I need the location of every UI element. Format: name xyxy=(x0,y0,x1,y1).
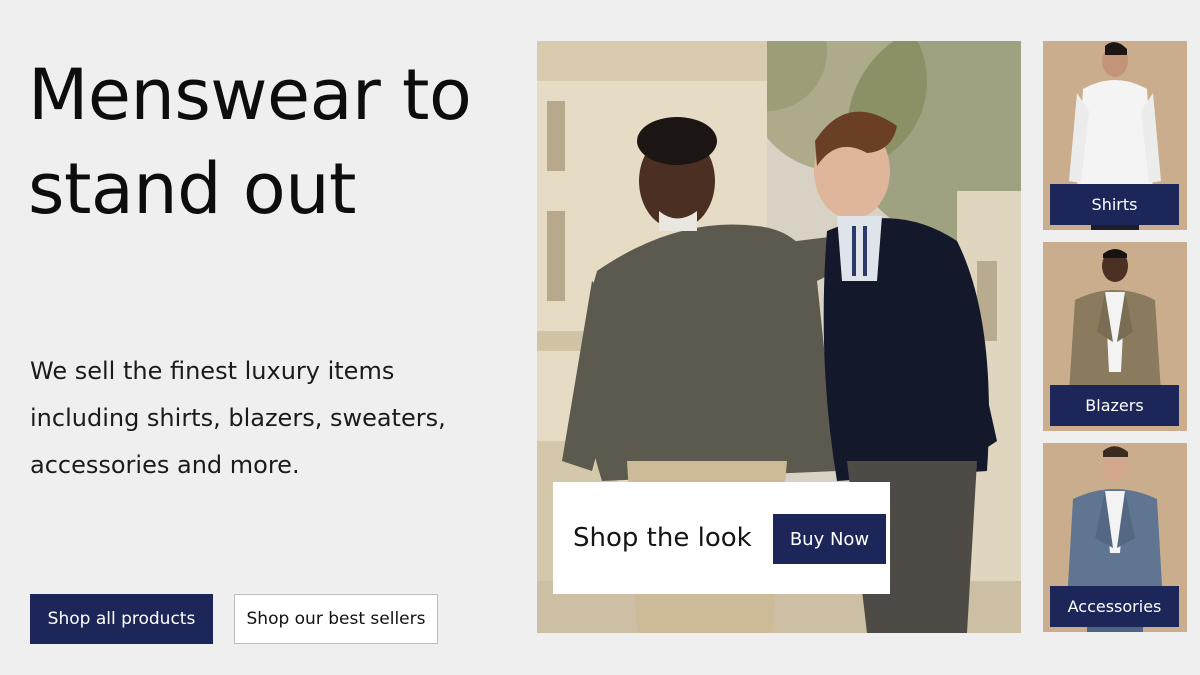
buy-now-button[interactable]: Buy Now xyxy=(773,514,886,564)
category-label-blazers: Blazers xyxy=(1050,385,1179,426)
shop-best-sellers-button[interactable]: Shop our best sellers xyxy=(234,594,438,644)
category-tile-accessories[interactable]: Accessories xyxy=(1043,443,1187,632)
category-label-accessories: Accessories xyxy=(1050,586,1179,627)
category-label-shirts: Shirts xyxy=(1050,184,1179,225)
category-tile-shirts[interactable]: Shirts xyxy=(1043,41,1187,230)
shop-the-look-label: Shop the look xyxy=(573,523,752,553)
shop-the-look-card: Shop the look Buy Now xyxy=(553,482,890,594)
hero-title: Menswear to stand out xyxy=(28,48,508,236)
shop-all-products-button[interactable]: Shop all products xyxy=(30,594,213,644)
hero-description: We sell the finest luxury items includin… xyxy=(30,357,446,479)
hero-title-line1: Menswear to xyxy=(28,54,472,136)
category-tile-blazers[interactable]: Blazers xyxy=(1043,242,1187,431)
hero-photo: Shop the look Buy Now xyxy=(537,41,1021,633)
hero-title-line2: stand out xyxy=(28,148,357,230)
